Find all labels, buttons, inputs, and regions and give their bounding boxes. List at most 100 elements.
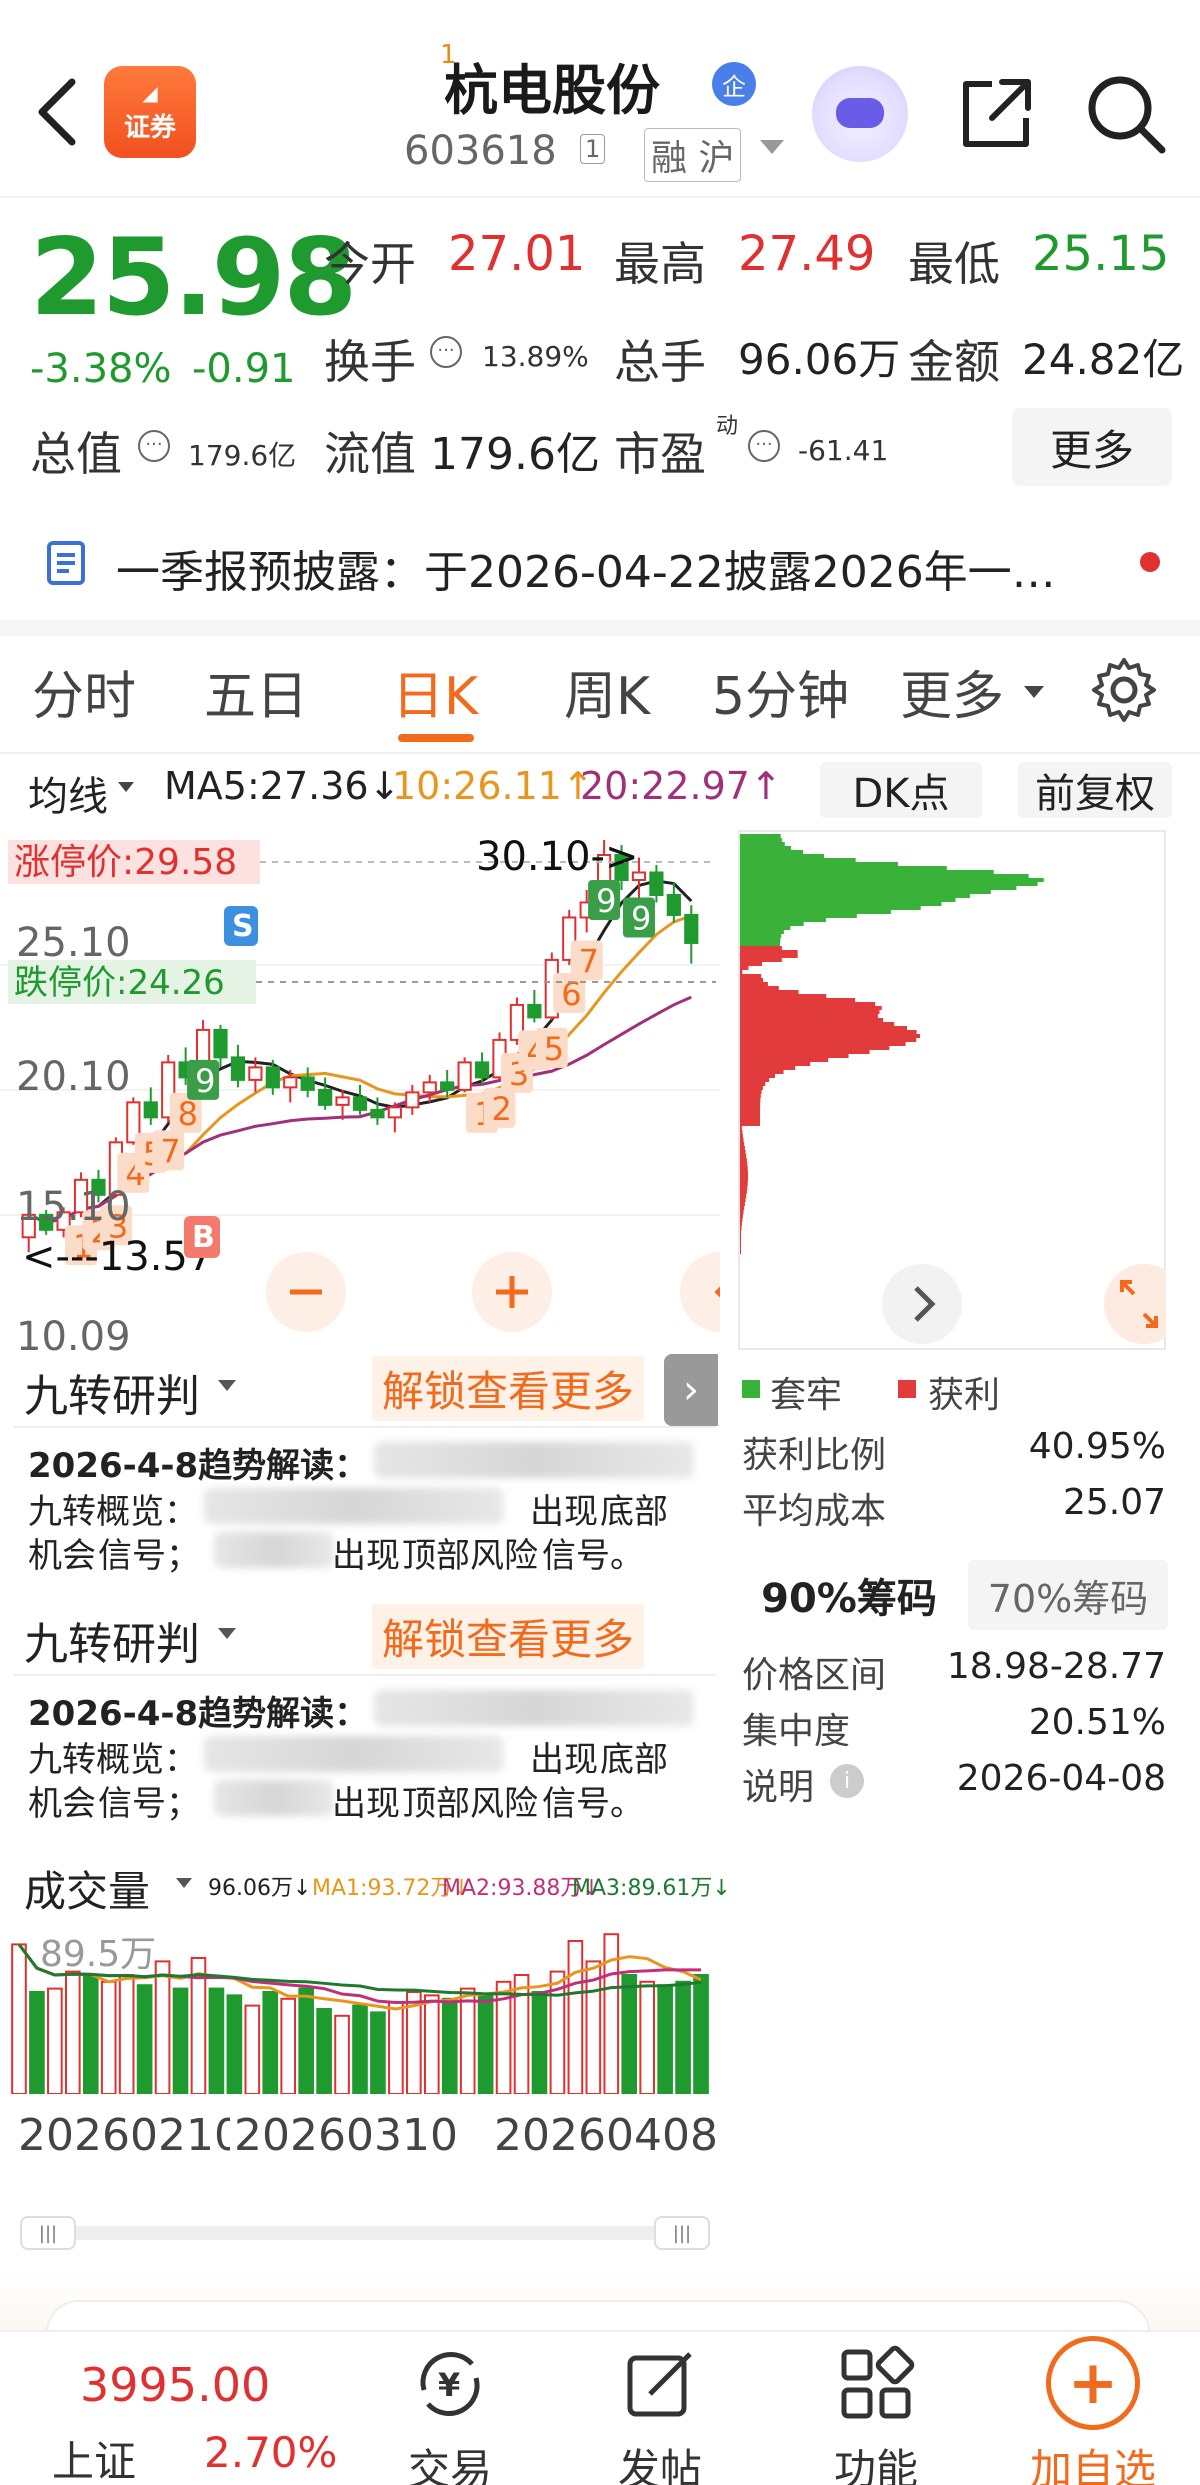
market-cap-info-icon[interactable]: ···: [138, 430, 170, 462]
unlock-more-button[interactable]: 解锁查看更多: [372, 1604, 645, 1669]
volume-title[interactable]: 成交量: [24, 1858, 150, 1919]
chip-bar: [740, 978, 764, 982]
app-logo[interactable]: ◢ 证券: [104, 66, 196, 158]
tab-more[interactable]: 更多: [900, 654, 1004, 729]
locked-content-blur: [214, 1780, 334, 1816]
chip-bar: [740, 1230, 742, 1234]
analysis-card: 2026-4-8趋势解读： 九转概览： 出现 底部 机会 信号； 出现 顶部风险…: [14, 1674, 716, 1824]
top-risk-text: 顶部风险: [402, 1536, 538, 1576]
turnover-info-icon[interactable]: ···: [430, 336, 462, 368]
enterprise-badge[interactable]: 企: [712, 62, 756, 106]
share-icon[interactable]: [956, 74, 1036, 154]
volume-bar: [172, 1987, 189, 2094]
chip-bar: [740, 986, 779, 990]
scroll-handle-right[interactable]: |||: [654, 2216, 710, 2250]
volume-bar: [29, 1991, 45, 2094]
chip-bar: [740, 854, 824, 858]
chip-bar: [740, 1110, 761, 1114]
legend-trapped-label: 套牢: [770, 1375, 843, 1416]
volume-bar: [334, 2014, 350, 2094]
gear-icon[interactable]: [1088, 654, 1160, 726]
buy-signal-text: B: [192, 1220, 215, 1255]
volume-value: 96.06万↓: [208, 1876, 312, 1901]
adjust-button[interactable]: 前复权: [1018, 762, 1172, 818]
tab-weekly-k[interactable]: 周K: [564, 654, 650, 729]
fullscreen-button[interactable]: [1104, 1264, 1166, 1344]
chip-bar: [740, 894, 971, 898]
info-icon[interactable]: i: [830, 1764, 864, 1798]
panel-expand-arrow-icon[interactable]: ›: [664, 1354, 718, 1426]
market-cap-label: 总值: [30, 427, 122, 481]
edit-icon[interactable]: [620, 2344, 700, 2424]
tab-five-day[interactable]: 五日: [204, 654, 308, 729]
candle-body: [649, 871, 664, 896]
chip-bar: [740, 1050, 870, 1054]
index-value[interactable]: 3995.00: [80, 2358, 270, 2412]
yuan-exchange-icon[interactable]: ¥: [410, 2344, 490, 2424]
chip-bar: [740, 1026, 908, 1030]
index-name[interactable]: 上证: [52, 2428, 136, 2485]
document-icon: [47, 541, 85, 585]
chip-bar: [740, 1142, 745, 1146]
chip-bar: [740, 874, 1029, 878]
nav-post-label[interactable]: 发帖: [618, 2436, 702, 2485]
pe-info-icon[interactable]: ···: [748, 430, 780, 462]
chip-bar: [740, 1018, 884, 1022]
nav-trade-label[interactable]: 交易: [408, 2436, 492, 2485]
unlock-more-button[interactable]: 解锁查看更多: [372, 1356, 645, 1421]
chip-bar: [740, 990, 799, 994]
ma10-value: 10:26.11↑: [392, 764, 594, 808]
volume-bar: [370, 2011, 386, 2094]
notice-text[interactable]: 一季报预披露：于2026-04-22披露2026年一…: [116, 536, 1056, 600]
candle-body: [405, 1091, 420, 1109]
chart-scrollbar[interactable]: [20, 2226, 710, 2240]
chip-bar: [740, 1090, 762, 1094]
signal-text: 信号；: [98, 1784, 200, 1824]
chip-bar: [740, 1082, 766, 1086]
search-icon[interactable]: [1080, 68, 1170, 158]
volume-bar: [693, 1974, 709, 2094]
market-tags[interactable]: 融 沪: [644, 128, 742, 182]
tab-more-caret-icon[interactable]: [1024, 686, 1044, 698]
quote-more-button[interactable]: 更多: [1012, 408, 1172, 486]
add-watchlist-plus-icon[interactable]: +: [1046, 2336, 1140, 2430]
volume-chart[interactable]: 89.5万: [10, 1924, 720, 2094]
pe-value: -61.41: [798, 434, 889, 467]
candle-body: [457, 1061, 472, 1091]
chip-tab-70[interactable]: 70%筹码: [968, 1560, 1168, 1630]
candle-body: [318, 1088, 333, 1106]
index-change[interactable]: 2.70%: [204, 2428, 337, 2477]
kline-chart[interactable]: 12345789123456799 25.10 20.10 15.10 10.0…: [0, 820, 720, 1360]
scroll-handle-left[interactable]: |||: [20, 2216, 76, 2250]
market-caret-icon[interactable]: [760, 140, 784, 154]
grid-icon[interactable]: [836, 2344, 916, 2424]
analysis-title[interactable]: 九转研判: [24, 1360, 200, 1424]
scroll-right-button[interactable]: [882, 1264, 962, 1344]
chip-bar: [740, 1098, 761, 1102]
dk-point-button[interactable]: DK点: [820, 762, 982, 818]
chip-bar: [740, 1170, 748, 1174]
chip-bar: [740, 842, 785, 846]
nav-function-label[interactable]: 功能: [834, 2436, 918, 2485]
chip-tab-90[interactable]: 90%筹码: [742, 1560, 956, 1630]
notice-unread-dot: [1140, 552, 1160, 572]
open-label: 今开: [324, 237, 416, 291]
amount-value: 24.82亿: [1022, 335, 1185, 384]
tab-5min[interactable]: 5分钟: [712, 654, 849, 729]
tab-daily-k[interactable]: 日K: [392, 654, 478, 729]
chip-bar: [740, 958, 782, 962]
volume-caret-icon[interactable]: [176, 1878, 192, 1888]
analysis-title[interactable]: 九转研判: [24, 1608, 200, 1672]
analysis-caret-icon[interactable]: [218, 1628, 236, 1639]
chip-distribution-chart[interactable]: [736, 830, 1166, 1350]
back-chevron-icon[interactable]: [28, 72, 88, 152]
ma-caret-icon[interactable]: [118, 782, 134, 792]
chip-bar: [740, 1078, 770, 1082]
ma-selector[interactable]: 均线: [28, 764, 108, 822]
analysis-caret-icon[interactable]: [218, 1380, 236, 1391]
volume-bar: [136, 1984, 153, 2094]
scroll-left-button[interactable]: [680, 1252, 720, 1332]
nav-add-watchlist-label[interactable]: 加自选: [1030, 2436, 1156, 2485]
volume-bar: [280, 1997, 297, 2094]
tab-intraday[interactable]: 分时: [32, 654, 136, 729]
